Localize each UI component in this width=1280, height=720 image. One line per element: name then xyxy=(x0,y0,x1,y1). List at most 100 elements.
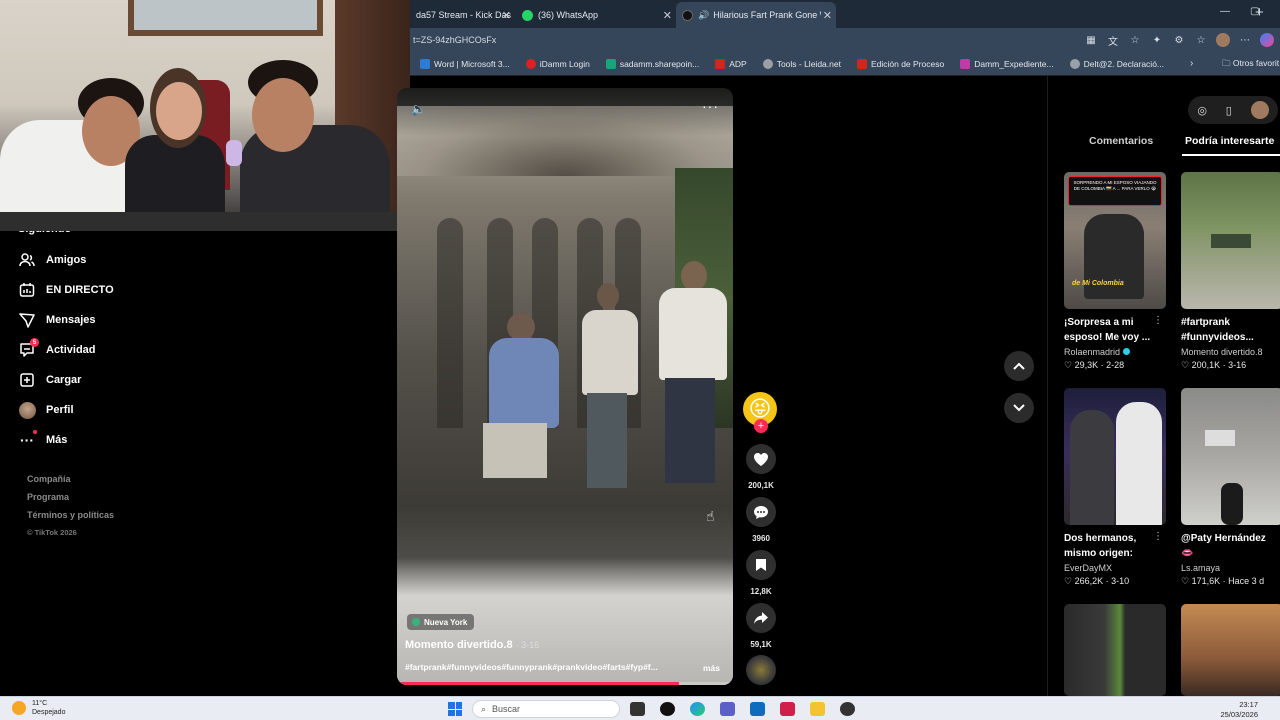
weather-widget[interactable]: 11°C Despejado xyxy=(12,699,65,717)
sidebar-item-live[interactable]: EN DIRECTO xyxy=(18,281,114,299)
footer-link-programa[interactable]: Programa xyxy=(27,492,69,502)
minimize-button[interactable]: — xyxy=(1220,6,1230,17)
sidebar-item-actividad[interactable]: 5 Actividad xyxy=(18,338,96,359)
search-placeholder: Buscar xyxy=(492,704,521,714)
bookmark-idamm[interactable]: iDamm Login xyxy=(525,59,590,69)
menu-icon[interactable]: ⋯ xyxy=(1238,33,1252,47)
weather-sun-icon xyxy=(12,701,26,715)
copilot-icon[interactable] xyxy=(1260,33,1274,47)
bookmark-damm[interactable]: Damm_Expediente... xyxy=(960,59,1054,69)
extensions-icon[interactable]: ✦ xyxy=(1150,33,1164,47)
card-stats: ♡ 200,1K · 3-16 xyxy=(1181,360,1247,370)
kebab-menu-icon[interactable]: ⋮ xyxy=(1153,531,1163,542)
next-video-button[interactable] xyxy=(1004,393,1034,423)
more-options-icon[interactable]: ··· xyxy=(702,98,719,114)
bookmark-edicion[interactable]: Edición de Proceso xyxy=(856,59,944,69)
upload-icon xyxy=(18,371,36,389)
chevron-right-icon[interactable]: › xyxy=(1190,58,1193,69)
video-hashtags[interactable]: #fartprank#funnyvideos#funnyprank#prankv… xyxy=(405,662,697,672)
temperature: 11°C xyxy=(32,700,48,707)
kebab-menu-icon[interactable]: ⋮ xyxy=(1153,315,1163,326)
video-pillar xyxy=(437,218,463,428)
location-tag[interactable]: Nueva York xyxy=(407,614,475,630)
sidebar-item-mensajes[interactable]: Mensajes xyxy=(18,311,96,329)
bookmark-label: Word | Microsoft 3... xyxy=(434,59,510,69)
suggested-video-card[interactable]: Dos hermanos, mismo origen: un... ⋮ Ever… xyxy=(1064,388,1166,587)
browser-tab-bar: da57 Stream - Kick Das ✕ (36) WhatsApp ✕… xyxy=(410,0,1280,28)
suggested-video-card[interactable] xyxy=(1181,604,1280,696)
music-disc-icon[interactable] xyxy=(746,655,776,685)
system-clock[interactable]: 23:17 25/03/2026 xyxy=(1220,700,1258,720)
teams-icon[interactable] xyxy=(720,702,735,716)
activity-icon: 5 xyxy=(18,338,39,359)
speaker-icon[interactable]: 🔊 xyxy=(698,10,709,21)
video-player[interactable]: 🔈 ··· Nueva York Momento divertido.8 · 3… xyxy=(397,88,733,685)
close-icon[interactable]: ✕ xyxy=(663,9,672,22)
close-icon[interactable]: ✕ xyxy=(502,9,511,22)
tab-whatsapp[interactable]: (36) WhatsApp ✕ xyxy=(516,2,676,28)
bookmark-lleida[interactable]: Tools - Lleida.net xyxy=(762,59,841,69)
tiktok-icon[interactable] xyxy=(660,702,675,716)
like-count: 200,1K xyxy=(748,481,774,490)
footer-link-compania[interactable]: Compañía xyxy=(27,474,71,484)
profile-avatar xyxy=(18,401,36,419)
chrome-icon[interactable] xyxy=(840,702,855,716)
task-view-icon[interactable] xyxy=(630,702,645,716)
suggested-video-card[interactable]: #fartprank #funnyvideos... ⋮ Momento div… xyxy=(1181,172,1280,371)
suggested-video-card[interactable]: SORPRENDO A MI ESPOSO VIAJANDO DE COLOMB… xyxy=(1064,172,1166,371)
bookmark-delta[interactable]: Delt@2. Declaració... xyxy=(1069,59,1164,69)
bookmark-word[interactable]: Word | Microsoft 3... xyxy=(420,59,510,69)
sidebar-item-cargar[interactable]: Cargar xyxy=(18,371,81,389)
card-date: 2-28 xyxy=(1106,360,1125,370)
video-author[interactable]: Momento divertido.8 · 3-16 xyxy=(405,639,539,651)
profile-avatar[interactable] xyxy=(1216,33,1230,47)
tab-podria-interesarte[interactable]: Podría interesarte xyxy=(1185,135,1274,147)
windows-start-icon[interactable] xyxy=(448,702,462,716)
previous-video-button[interactable] xyxy=(1004,351,1034,381)
taskbar-search[interactable]: ⌕ Buscar xyxy=(472,700,620,718)
bookmark-sharepoint[interactable]: sadamm.sharepoin... xyxy=(605,59,699,69)
follow-button[interactable]: + xyxy=(754,419,768,433)
tab-comentarios[interactable]: Comentarios xyxy=(1089,135,1153,147)
video-progress-bar[interactable] xyxy=(397,682,733,685)
right-panel: ◎ ▯ Comentarios Podría interesarte SORPR… xyxy=(1047,76,1280,696)
adobe-icon[interactable] xyxy=(780,702,795,716)
card-date: 3-10 xyxy=(1111,576,1130,586)
close-icon[interactable]: ✕ xyxy=(823,9,832,22)
live-icon xyxy=(18,281,36,299)
store-icon[interactable] xyxy=(750,702,765,716)
card-author: Rolaenmadrid xyxy=(1064,347,1166,357)
tab-tiktok[interactable]: 🔊 Hilarious Fart Prank Gone Wr ✕ xyxy=(676,2,836,28)
sidebar-item-perfil[interactable]: Perfil xyxy=(18,401,74,419)
phone-icon[interactable]: ▯ xyxy=(1226,104,1232,117)
volume-icon[interactable]: 🔈 xyxy=(411,102,426,116)
bookmarks-folder[interactable]: 🗀 Otros favorit xyxy=(1222,58,1279,72)
tab-kick[interactable]: da57 Stream - Kick Das ✕ xyxy=(410,2,515,28)
folder-icon[interactable] xyxy=(810,702,825,716)
compass-icon[interactable]: ◎ xyxy=(1197,104,1207,117)
thumbnail-caption-box: SORPRENDO A MI ESPOSO VIAJANDO DE COLOMB… xyxy=(1068,176,1162,206)
save-button[interactable] xyxy=(746,550,776,580)
sidebar-item-mas[interactable]: ··· Más xyxy=(18,430,67,449)
settings-icon[interactable]: ⚙ xyxy=(1172,33,1186,47)
maximize-button[interactable]: ▢ xyxy=(1250,6,1259,17)
profile-avatar[interactable] xyxy=(1250,101,1269,119)
url-field[interactable]: t=ZS-94zhGHCOsFx xyxy=(413,35,496,45)
suggested-video-card[interactable]: @Paty Hernández 👄 ⋮ Ls.amaya ♡ 171,6K · … xyxy=(1181,388,1280,587)
suggested-video-card[interactable] xyxy=(1064,604,1166,696)
apps-icon[interactable]: ▦ xyxy=(1084,33,1098,47)
translate-icon[interactable]: 文 xyxy=(1106,33,1120,48)
notification-badge: 5 xyxy=(30,338,39,347)
bookmark-adp[interactable]: ADP xyxy=(715,59,747,69)
favorites-icon[interactable]: ☆ xyxy=(1194,33,1208,47)
friends-icon xyxy=(18,251,36,269)
comment-button[interactable] xyxy=(746,497,776,527)
sidebar-item-label: Cargar xyxy=(46,374,82,386)
edge-icon[interactable] xyxy=(690,702,705,716)
like-button[interactable] xyxy=(746,444,776,474)
sidebar-item-amigos[interactable]: Amigos xyxy=(18,251,86,269)
star-icon[interactable]: ☆ xyxy=(1128,33,1142,47)
footer-link-terminos[interactable]: Términos y políticas xyxy=(27,510,114,520)
share-button[interactable] xyxy=(746,603,776,633)
more-link[interactable]: más xyxy=(703,663,720,673)
